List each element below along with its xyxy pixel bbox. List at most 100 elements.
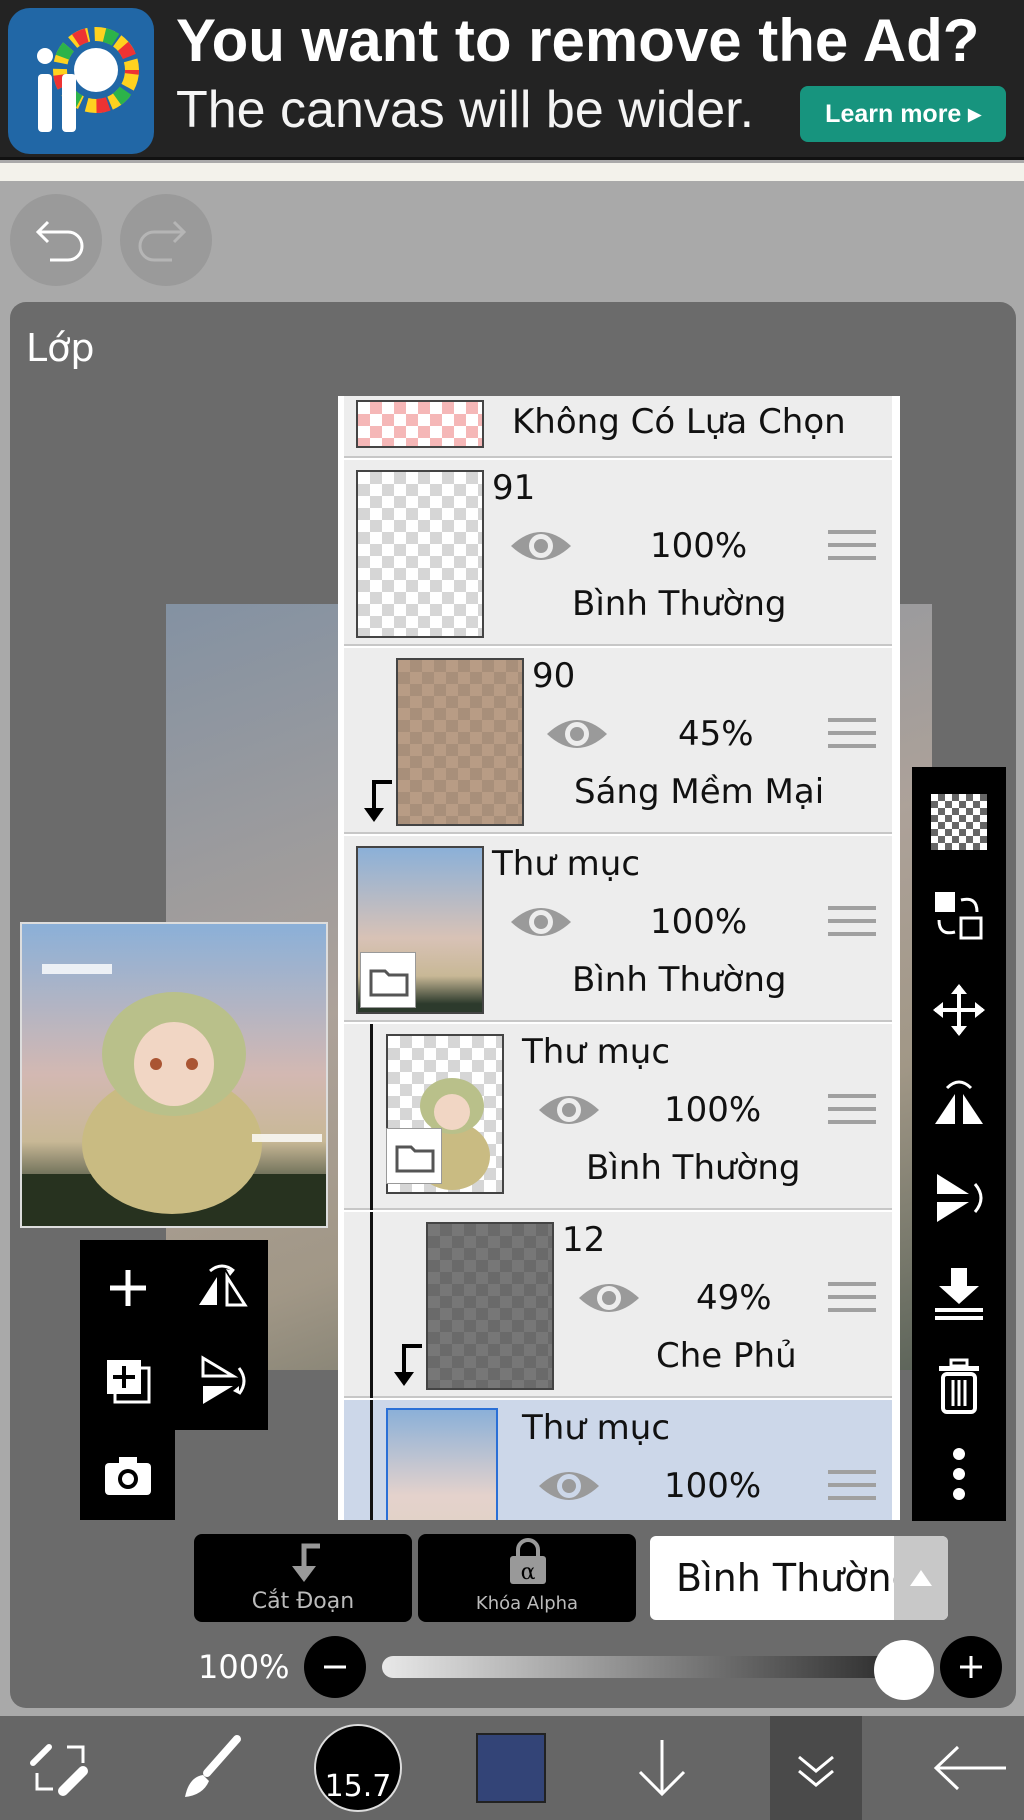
folder-tree-line [370,1212,373,1398]
alpha-lock-label: Khóa Alpha [475,1593,579,1614]
flip-vertical-layer-button[interactable] [174,1333,269,1428]
layer-down-button[interactable] [620,1716,704,1820]
back-button[interactable] [920,1716,1020,1820]
add-special-layer-button[interactable] [80,1333,175,1428]
layer-opacity: 100% [664,1090,762,1130]
layer-name: 90 [532,656,576,696]
opacity-increase-button[interactable] [940,1636,1002,1698]
layer-thumbnail [386,1408,498,1520]
tool-selection-button[interactable] [10,1716,110,1820]
move-icon [933,984,985,1036]
ad-banner[interactable]: You want to remove the Ad? The canvas wi… [0,0,1024,160]
drag-handle-icon[interactable] [828,1282,876,1322]
alpha-lock-button[interactable]: α Khóa Alpha [418,1534,636,1622]
ad-subtitle: The canvas will be wider. [176,81,755,139]
layer-row[interactable]: 12 49% Che Phủ [344,1212,892,1398]
selection-layer-thumbnail [356,400,484,448]
drag-handle-icon[interactable] [828,1094,876,1134]
lock-icon: α [510,1538,546,1585]
layer-right-toolbar [912,767,1006,1521]
folder-row-selected[interactable]: Thư mục 100% [344,1400,892,1520]
brush-eraser-swap-icon [30,1744,88,1796]
drag-handle-icon[interactable] [828,906,876,946]
undo-button[interactable] [10,194,102,286]
redo-button[interactable] [120,194,212,286]
arrow-down-icon [638,1740,686,1797]
layer-name: 12 [562,1220,606,1260]
flip-vertical-icon [937,1174,983,1222]
visibility-eye-icon[interactable] [536,1466,602,1506]
layer-list[interactable]: Không Có Lựa Chọn 91 100% Bình Thường 90… [338,396,900,1520]
plus-icon [109,1269,146,1306]
add-layer-button[interactable] [80,1240,175,1335]
visibility-eye-icon[interactable] [536,1090,602,1130]
layer-blend-mode: Bình Thường [572,960,787,1000]
brush-icon [185,1735,241,1797]
arrow-left-icon [933,1745,1006,1791]
collapse-panel-button[interactable] [770,1716,862,1820]
clipping-arrow-icon [394,1344,422,1386]
artwork-preview-image [22,964,326,1226]
color-button[interactable] [474,1716,548,1820]
clipping-button[interactable]: Cắt Đoạn [194,1534,412,1622]
layer-name: Thư mục [522,1032,671,1072]
camera-button[interactable] [80,1428,175,1523]
chevron-double-down-icon [798,1755,834,1787]
brush-size-button[interactable]: 15.7 [312,1716,404,1820]
folder-row[interactable]: Thư mục 100% Bình Thường [344,1024,892,1210]
folder-icon [386,1128,442,1184]
visibility-eye-icon[interactable] [508,526,574,566]
transparent-fill-button[interactable] [912,775,1006,869]
drag-handle-icon[interactable] [828,530,876,570]
folder-row[interactable]: Thư mục 100% Bình Thường [344,836,892,1022]
visibility-eye-icon[interactable] [508,902,574,942]
move-button[interactable] [912,963,1006,1057]
opacity-slider-knob[interactable] [874,1640,934,1700]
visibility-eye-icon[interactable] [544,714,610,754]
layer-opacity: 100% [650,526,748,566]
flip-vertical-icon [201,1354,245,1404]
selection-layer-label: Không Có Lựa Chọn [512,402,846,442]
ibispaint-logo-icon [8,8,154,154]
redo-icon [138,220,187,262]
layer-row[interactable]: 91 100% Bình Thường [344,460,892,646]
brush-size-value: 15.7 [324,1769,392,1804]
transparency-checker-icon [931,794,987,850]
flip-horizontal-icon [935,1080,983,1124]
clipping-arrow-icon [292,1543,320,1582]
drag-handle-icon[interactable] [828,718,876,758]
camera-icon [104,1456,151,1495]
opacity-label: 100% [198,1648,290,1686]
delete-layer-button[interactable] [912,1339,1006,1433]
learn-more-button[interactable]: Learn more ▸ [800,86,1006,142]
selection-layer-row[interactable]: Không Có Lựa Chọn [344,396,892,458]
layer-blend-mode: Che Phủ [656,1336,797,1376]
layer-opacity: 49% [696,1278,772,1318]
brush-tool-button[interactable] [160,1716,260,1820]
layer-opacity: 100% [650,902,748,942]
folder-tree-line [370,1024,373,1210]
opacity-decrease-button[interactable] [304,1636,366,1698]
layer-name: 91 [492,468,536,508]
swap-layer-button[interactable] [912,869,1006,963]
opacity-slider[interactable] [382,1656,934,1678]
visibility-eye-icon[interactable] [576,1278,642,1318]
blend-mode-dropdown[interactable] [894,1536,948,1620]
flip-horizontal-button[interactable] [912,1057,1006,1151]
more-options-button[interactable] [912,1427,1006,1521]
layer-thumbnail [356,470,484,638]
clipping-arrow-icon [364,780,392,822]
undo-icon [35,220,84,262]
flip-horizontal-layer-button[interactable] [174,1240,269,1335]
blend-mode-value: Bình Thường [676,1556,916,1600]
blend-mode-select[interactable]: Bình Thường [650,1536,948,1620]
plus-icon [960,1656,982,1678]
layer-thumbnail [426,1222,554,1390]
drag-handle-icon[interactable] [828,1470,876,1510]
layer-row[interactable]: 90 45% Sáng Mềm Mại [344,648,892,834]
canvas-preview[interactable] [20,922,328,1228]
layer-name: Thư mục [522,1408,671,1448]
trash-icon [939,1358,979,1414]
flip-vertical-button[interactable] [912,1151,1006,1245]
merge-down-button[interactable] [912,1245,1006,1339]
